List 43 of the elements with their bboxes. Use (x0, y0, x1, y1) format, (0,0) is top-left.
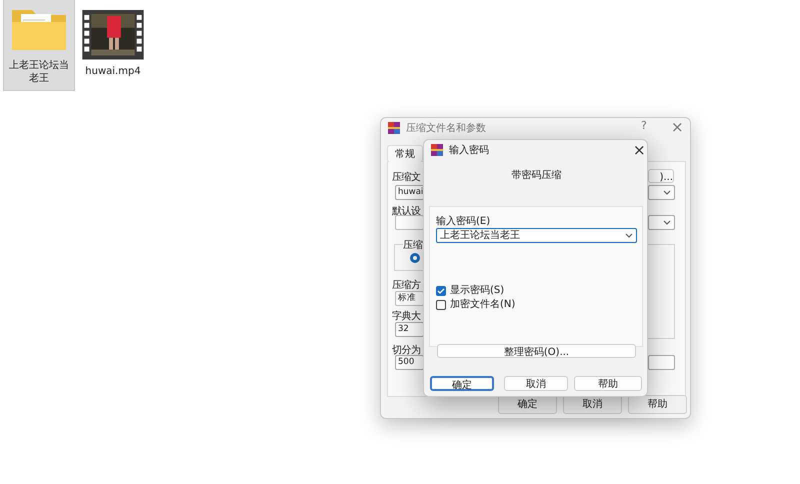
field-label: 切分为 (392, 344, 420, 358)
app-icon (387, 121, 401, 135)
dialog-button[interactable]: 帮助 (574, 376, 642, 391)
app-icon (430, 143, 444, 157)
password-field[interactable]: 上老王论坛当老王 (436, 228, 637, 243)
dropdown[interactable] (648, 185, 675, 200)
input-field[interactable] (648, 355, 675, 370)
close-button[interactable]: × (667, 120, 688, 135)
field-label: 默认设 (392, 205, 420, 219)
field-label: 压缩文 (392, 170, 420, 185)
field-value: 500 (398, 356, 414, 369)
input-field[interactable]: huwai (395, 185, 424, 200)
checkbox[interactable]: 加密文件名(N) (436, 297, 516, 312)
icon-label: 上老王论坛当老王 (8, 60, 70, 85)
window-title: 输入密码 (449, 144, 489, 158)
chevron-icon (625, 233, 633, 238)
desktop-icon[interactable]: huwai.mp4 (77, 0, 149, 79)
help-button[interactable]: ? (637, 120, 651, 131)
field-value: 标准 (398, 292, 416, 305)
desktop-icon[interactable]: 上老王论坛当老王 (3, 0, 75, 91)
tab[interactable]: 常规 (387, 145, 423, 162)
dropdown[interactable]: 标准 (395, 291, 424, 306)
dialog-button[interactable]: 取消 (504, 376, 568, 391)
window-title: 压缩文件名和参数 (406, 122, 486, 136)
field-label: 输入密码(E) (436, 214, 490, 229)
chevron-icon (663, 220, 671, 225)
field-value: 32 (398, 323, 409, 336)
organize-button[interactable]: 整理密码(O)... (437, 344, 636, 358)
check-icon (437, 286, 445, 294)
browse-button[interactable]: )... (648, 169, 674, 183)
dropdown[interactable] (648, 215, 675, 230)
dialog-button[interactable]: 确定 (430, 376, 494, 391)
close-button[interactable]: × (629, 143, 650, 158)
dialog-heading: 带密码压缩 (510, 168, 562, 183)
input-field[interactable]: 500 (395, 355, 424, 370)
field-value: huwai (398, 186, 423, 199)
checkbox[interactable]: 显示密码(S) (436, 283, 504, 298)
dialog-button[interactable]: 帮助 (628, 395, 687, 414)
field-label: 字典大 (392, 310, 420, 324)
input-field[interactable]: 32 (395, 322, 424, 337)
icon-label: huwai.mp4 (84, 66, 142, 78)
chevron-icon (663, 190, 671, 195)
field-label: 压缩方 (392, 278, 420, 293)
